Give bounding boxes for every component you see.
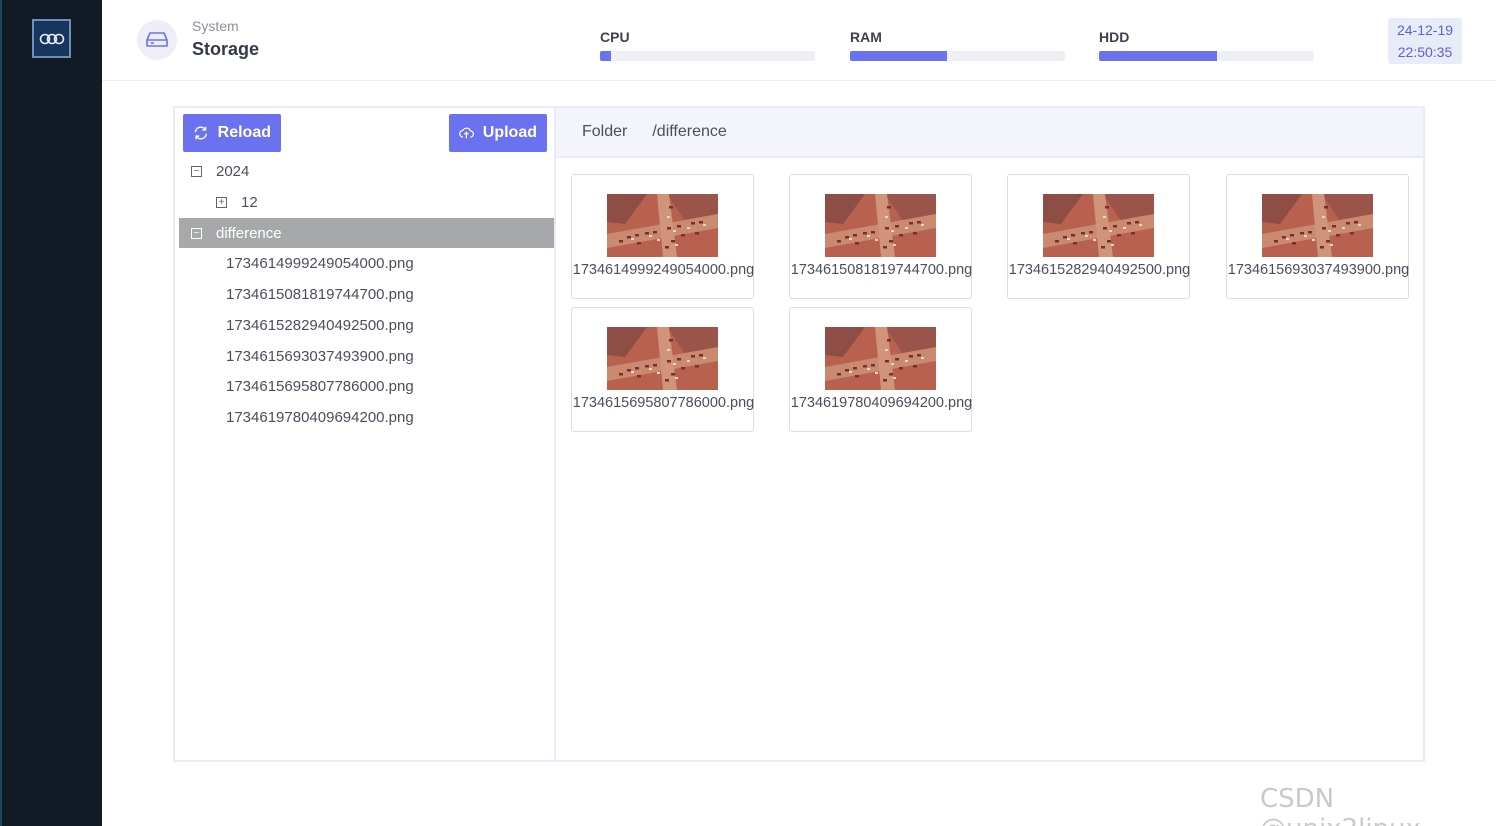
sidebar bbox=[0, 0, 102, 826]
ram-fill bbox=[850, 51, 947, 61]
hdd-track bbox=[1099, 51, 1314, 61]
hdd-label: HDD bbox=[1099, 29, 1130, 45]
ram-label: RAM bbox=[850, 29, 882, 45]
tree-file-item[interactable]: 1734615695807786000.png bbox=[226, 371, 414, 401]
tree-node-label: 2024 bbox=[216, 162, 250, 180]
image-filename: 1734619780409694200.png bbox=[790, 395, 973, 411]
thumbnail-image bbox=[825, 327, 936, 390]
thumbnail-image bbox=[1043, 194, 1154, 257]
image-card[interactable]: 1734619780409694200.png bbox=[789, 307, 972, 432]
hdd-meter: HDD bbox=[1099, 29, 1314, 61]
upload-label: Upload bbox=[482, 124, 537, 141]
page-title: Storage bbox=[192, 39, 260, 59]
thumbnail-image bbox=[607, 194, 718, 257]
image-thumbnail[interactable] bbox=[825, 327, 936, 390]
hdd-fill bbox=[1099, 51, 1218, 61]
collapse-icon[interactable]: − bbox=[191, 227, 202, 239]
tree-node-2024[interactable]: − 2024 bbox=[191, 156, 551, 186]
date-text: 24-12-19 bbox=[1396, 22, 1454, 38]
cpu-fill bbox=[600, 51, 611, 61]
thumbnail-image bbox=[1262, 194, 1373, 257]
thumbnail-image bbox=[825, 194, 936, 257]
upload-button[interactable]: Upload bbox=[449, 114, 547, 152]
watermark: CSDN @unix2linux bbox=[1260, 784, 1421, 826]
tree-node-difference[interactable]: − difference bbox=[179, 218, 554, 248]
cloud-upload-icon bbox=[459, 127, 474, 139]
image-thumbnail[interactable] bbox=[825, 194, 936, 257]
image-thumbnail[interactable] bbox=[1043, 194, 1154, 257]
reload-label: Reload bbox=[217, 124, 271, 141]
image-card[interactable]: 1734614999249054000.png bbox=[571, 174, 754, 299]
storage-panel: Reload Upload − 2024 + 12 − difference 1… bbox=[173, 106, 1425, 762]
folder-label: Folder bbox=[582, 123, 628, 140]
tree-file-item[interactable]: 1734615282940492500.png bbox=[226, 310, 414, 340]
image-card[interactable]: 1734615282940492500.png bbox=[1007, 174, 1190, 299]
image-thumbnail[interactable] bbox=[607, 194, 718, 257]
tree-node-label: 12 bbox=[241, 193, 258, 211]
image-card[interactable]: 1734615693037493900.png bbox=[1226, 174, 1409, 299]
ram-meter: RAM bbox=[850, 29, 1065, 61]
app-logo[interactable] bbox=[32, 19, 71, 58]
logo-rings-icon bbox=[39, 33, 64, 44]
image-card[interactable]: 1734615081819744700.png bbox=[789, 174, 972, 299]
tree-file-item[interactable]: 1734615693037493900.png bbox=[226, 341, 414, 371]
image-filename: 1734615693037493900.png bbox=[1227, 262, 1410, 278]
storage-drive-icon bbox=[137, 20, 177, 60]
tree-file-item[interactable]: 1734614999249054000.png bbox=[226, 248, 414, 278]
image-filename: 1734615695807786000.png bbox=[572, 395, 755, 411]
datetime-badge: 24-12-19 22:50:35 bbox=[1388, 18, 1462, 64]
image-thumbnail[interactable] bbox=[1262, 194, 1373, 257]
time-text: 22:50:35 bbox=[1397, 44, 1453, 60]
cpu-meter: CPU bbox=[600, 29, 815, 61]
current-path: /difference bbox=[652, 123, 727, 140]
collapse-icon[interactable]: − bbox=[191, 165, 202, 177]
tree-file-item[interactable]: 1734615081819744700.png bbox=[226, 279, 414, 309]
path-bar: Folder /difference bbox=[556, 108, 1423, 158]
image-thumbnail[interactable] bbox=[607, 327, 718, 390]
refresh-icon bbox=[194, 126, 208, 140]
cpu-label: CPU bbox=[600, 29, 630, 45]
reload-button[interactable]: Reload bbox=[183, 114, 281, 152]
tree-file-item[interactable]: 1734619780409694200.png bbox=[226, 402, 414, 432]
image-filename: 1734614999249054000.png bbox=[572, 262, 755, 278]
expand-icon[interactable]: + bbox=[216, 196, 227, 208]
tree-node-12[interactable]: + 12 bbox=[216, 187, 546, 217]
page-section: System bbox=[192, 18, 239, 34]
sidebar-edge bbox=[0, 0, 2, 826]
cpu-track bbox=[600, 51, 815, 61]
thumbnail-image bbox=[607, 327, 718, 390]
image-card[interactable]: 1734615695807786000.png bbox=[571, 307, 754, 432]
image-filename: 1734615282940492500.png bbox=[1008, 262, 1191, 278]
top-header: System Storage CPU RAM HDD 24-12-19 22:5… bbox=[102, 0, 1496, 81]
tree-node-label: difference bbox=[216, 224, 282, 242]
ram-track bbox=[850, 51, 1065, 61]
image-filename: 1734615081819744700.png bbox=[790, 262, 973, 278]
image-viewer-pane: Folder /difference 1734614999249054000.p… bbox=[556, 108, 1423, 760]
file-tree-pane: Reload Upload − 2024 + 12 − difference 1… bbox=[175, 108, 556, 760]
